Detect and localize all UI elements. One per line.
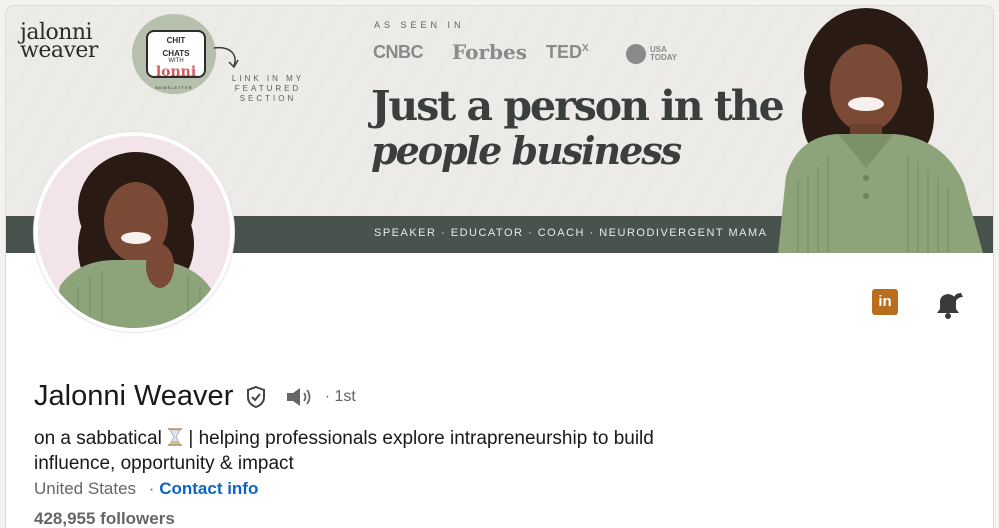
headline-part1: on a sabbatical [34,428,162,449]
avatar-photo [38,136,230,328]
speaker-icon[interactable] [284,385,314,409]
followers-count[interactable]: 428,955 followers [34,509,175,528]
profile-name: Jalonni Weaver [34,380,234,412]
banner-headline-line2-text: people business [371,128,682,173]
link-featured-text: LINK IN MY FEATURED SECTION [231,74,305,103]
brand-logo: jalonni weaver [20,22,98,63]
verified-shield-icon[interactable] [244,385,268,409]
avatar-portrait-image [38,136,230,328]
usa-today-line2: TODAY [650,53,678,62]
profile-name-row: Jalonni Weaver · 1st [34,380,356,413]
profile-headline: on a sabbatical | helping professionals … [34,426,654,476]
usa-today-circle [626,44,646,64]
newsletter-title-2: CHATS [162,49,190,58]
usa-today-text: USA TODAY [650,46,690,62]
logo-line2: weaver [20,38,98,63]
profile-location: United States [34,479,137,498]
tedx-x: X [582,43,589,54]
bell-icon[interactable] [931,287,965,321]
as-seen-in-label: AS SEEN IN [374,20,465,30]
profile-card: jalonni weaver CHIT CHATS WITH lonni NEW… [6,6,993,528]
ted-text: TED [546,42,582,62]
tedx-logo: TEDX [546,42,589,63]
newsletter-title-1: CHIT [166,36,186,45]
banner-headline-line2: people business [371,128,682,173]
location-separator: · [148,479,155,498]
banner-portrait-image [778,8,983,253]
forbes-logo: Forbes [452,40,527,64]
location-row: United States · Contact info [34,479,258,499]
banner-roles: SPEAKER · EDUCATOR · COACH · NEURODIVERG… [374,227,768,239]
newsletter-speech-bubble: CHIT CHATS WITH lonni [146,30,206,80]
curved-arrow-icon [213,46,239,69]
linkedin-icon[interactable]: in [872,289,898,315]
banner-headline-line1: Just a person in the [371,82,785,130]
profile-avatar[interactable] [34,132,234,332]
hourglass-icon [168,428,183,446]
newsletter-badge: CHIT CHATS WITH lonni NEWSLETTER [132,14,216,94]
newsletter-tag: NEWSLETTER [155,85,193,90]
connection-degree: · 1st [324,387,356,405]
cnbc-logo: CNBC [373,42,424,62]
newsletter-title-4: lonni [155,64,197,80]
contact-info-link[interactable]: Contact info [159,479,258,498]
